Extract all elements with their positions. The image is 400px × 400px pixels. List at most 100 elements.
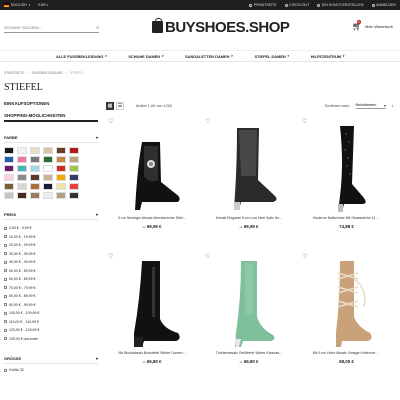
color-swatch[interactable] (69, 174, 79, 181)
color-swatch[interactable] (43, 147, 53, 154)
color-swatch[interactable] (56, 156, 66, 163)
checkbox[interactable] (4, 269, 7, 273)
grid-view-icon[interactable]: ▦ (106, 102, 114, 110)
wishlist-heart-icon[interactable]: ♡ (205, 253, 210, 260)
link-checkout[interactable]: CHECKOUT (284, 3, 309, 7)
product-card[interactable]: ♡ Mit Blockabsatz Bolrstiefel Winter Dame… (106, 253, 198, 378)
color-swatch[interactable] (56, 192, 66, 199)
color-swatch[interactable] (17, 192, 27, 199)
color-swatch[interactable] (56, 183, 66, 190)
filter-size-header[interactable]: GRÖSSE ▾ (4, 356, 98, 364)
color-swatch[interactable] (69, 165, 79, 172)
product-card[interactable]: ♡ 5 cm Niedriger Absatz Abendschuhe Stief… (106, 118, 198, 243)
price-option[interactable]: 120,00 € - 129,99 € (4, 326, 98, 335)
product-name[interactable]: Mit 9 cm Hohe Absatz Vintage Kniehohe ..… (300, 351, 392, 355)
search-icon[interactable]: ⌕ (96, 25, 99, 31)
nav-item-women-shoes[interactable]: SCHUHE DAMEN ▾ (128, 54, 163, 59)
nav-item-all-footwear[interactable]: ALLE FUSSBEKLEIDUNG ▾ (56, 54, 106, 59)
product-image[interactable] (120, 259, 186, 349)
checkbox[interactable] (4, 277, 7, 281)
price-option[interactable]: 80,00 € - 89,99 € (4, 292, 98, 301)
sort-direction-icon[interactable]: ↓ (392, 103, 395, 109)
price-option[interactable]: 130,00 € und mehr (4, 335, 98, 344)
color-swatch[interactable] (43, 165, 53, 172)
filter-price-header[interactable]: PREIS ▾ (4, 212, 98, 220)
color-swatch[interactable] (4, 192, 14, 199)
wishlist-heart-icon[interactable]: ♡ (302, 118, 307, 125)
checkbox[interactable] (4, 252, 7, 256)
breadcrumb-footwear[interactable]: FUSSBEKLEIDUNG (32, 71, 63, 75)
nav-item-help-center[interactable]: HILFEZENTRUM ▾ (311, 54, 344, 59)
checkbox[interactable] (4, 368, 7, 372)
currency-switcher[interactable]: EUR ▾ (38, 3, 48, 7)
checkbox[interactable] (4, 320, 7, 324)
product-card[interactable]: ♡ Trichterabsatz Gefütterte Winter Klassi… (203, 253, 295, 378)
color-swatch[interactable] (4, 183, 14, 190)
color-swatch[interactable] (30, 192, 40, 199)
checkbox[interactable] (4, 235, 7, 239)
price-option[interactable]: 40,00 € - 49,99 € (4, 258, 98, 267)
color-swatch[interactable] (69, 147, 79, 154)
color-swatch[interactable] (56, 165, 66, 172)
color-swatch[interactable] (43, 174, 53, 181)
color-swatch[interactable] (56, 174, 66, 181)
color-swatch[interactable] (30, 156, 40, 163)
checkbox[interactable] (4, 328, 7, 332)
checkbox[interactable] (4, 243, 7, 247)
price-option[interactable]: 100,00 € - 109,99 € (4, 309, 98, 318)
cart-button[interactable]: 🛒︎ 0 Mein Warenkorb (352, 20, 393, 31)
color-swatch[interactable] (4, 147, 14, 154)
product-image[interactable] (217, 124, 283, 214)
color-swatch[interactable] (30, 147, 40, 154)
wishlist-heart-icon[interactable]: ♡ (302, 253, 307, 260)
color-swatch[interactable] (4, 174, 14, 181)
product-image[interactable] (314, 124, 380, 214)
color-swatch[interactable] (17, 156, 27, 163)
product-image[interactable] (314, 259, 380, 349)
site-logo[interactable]: BUYSHOES.SHOP (152, 18, 290, 36)
product-card[interactable]: ♡ Mit 9 cm Hohe Absatz Vintage Kniehohe .… (300, 253, 392, 378)
product-card[interactable]: ♡ Kristall Elegante 5 cm Low Heel Spitz N… (203, 118, 295, 243)
breadcrumb-home[interactable]: STARTSEITE (4, 71, 25, 75)
color-swatch[interactable] (4, 156, 14, 163)
color-swatch[interactable] (69, 156, 79, 163)
price-option[interactable]: 90,00 € - 99,99 € (4, 301, 98, 310)
color-swatch[interactable] (17, 147, 27, 154)
product-name[interactable]: 5 cm Niedriger Absatz Abendschuhe Stief.… (106, 216, 198, 220)
product-card[interactable]: ♡ Moderne Ballschuhe Mit Strasssteine 11 … (300, 118, 392, 243)
color-swatch[interactable] (30, 165, 40, 172)
checkbox[interactable] (4, 303, 7, 307)
link-login[interactable]: ANMELDEN (371, 3, 396, 7)
checkbox[interactable] (4, 294, 7, 298)
price-option[interactable]: 50,00 € - 59,99 € (4, 267, 98, 276)
language-switcher[interactable]: ENGLISH ▾ (4, 3, 30, 7)
checkbox[interactable] (4, 226, 7, 230)
color-swatch[interactable] (56, 147, 66, 154)
list-view-icon[interactable]: ☰ (116, 102, 124, 110)
nav-item-women-sandals[interactable]: SANDALETTEN DAMEN ▾ (185, 54, 232, 59)
price-option[interactable]: 60,00 € - 69,99 € (4, 275, 98, 284)
product-name[interactable]: Mit Blockabsatz Bolrstiefel Winter Damen… (106, 351, 198, 355)
link-private-page[interactable]: PRIVATSEITE (249, 3, 277, 7)
search-input[interactable] (4, 25, 89, 30)
color-swatch[interactable] (17, 165, 27, 172)
color-swatch[interactable] (43, 192, 53, 199)
price-option[interactable]: 10,00 € - 19,99 € (4, 233, 98, 242)
color-swatch[interactable] (4, 165, 14, 172)
price-option[interactable]: 110,00 € - 119,99 € (4, 318, 98, 327)
nav-item-women-boots[interactable]: STIEFEL DAMEN ▾ (254, 54, 288, 59)
color-swatch[interactable] (43, 156, 53, 163)
price-option[interactable]: 30,00 € - 39,99 € (4, 250, 98, 259)
price-option[interactable]: 20,00 € - 29,99 € (4, 241, 98, 250)
product-name[interactable]: Moderne Ballschuhe Mit Strasssteine 11 .… (300, 216, 392, 220)
price-option[interactable]: 0,00 € - 9,99 € (4, 224, 98, 233)
price-option[interactable]: 70,00 € - 79,99 € (4, 284, 98, 293)
product-image[interactable] (217, 259, 283, 349)
product-name[interactable]: Kristall Elegante 5 cm Low Heel Spitz No… (203, 216, 295, 220)
product-name[interactable]: Trichterabsatz Gefütterte Winter Klassis… (203, 351, 295, 355)
color-swatch[interactable] (69, 183, 79, 190)
checkbox[interactable] (4, 337, 7, 341)
color-swatch[interactable] (17, 183, 27, 190)
color-swatch[interactable] (30, 183, 40, 190)
checkbox[interactable] (4, 260, 7, 264)
